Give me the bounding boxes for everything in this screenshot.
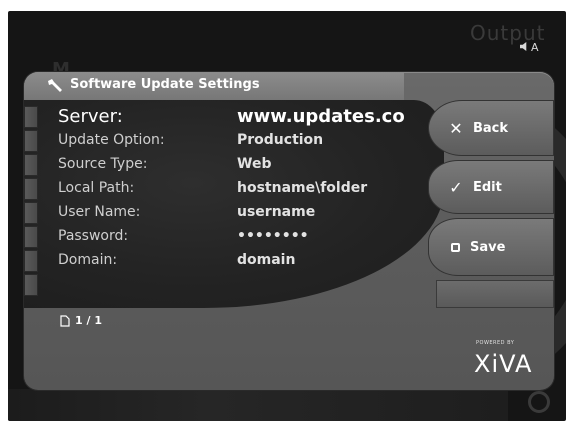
powered-by-label: POWERED BY [476,340,515,346]
mode-indicator: A [531,41,539,54]
field-label-domain: Domain: [58,252,118,268]
xiva-logo: XiVA [474,350,533,378]
back-button-label: Back [473,120,509,136]
field-value-server[interactable]: www.updates.co [237,106,405,127]
field-value-local-path[interactable]: hostname\folder [237,180,367,196]
save-button[interactable]: Save [428,218,554,276]
field-label-password: Password: [58,228,129,244]
page-counter-text: 1 / 1 [75,314,102,327]
settings-panel: Software Update Settings Server: www.upd… [24,72,554,390]
page-icon [60,314,70,327]
checkmark-icon: ✓ [449,177,463,197]
ring-icon [528,391,550,413]
edit-button[interactable]: ✓ Edit [428,160,554,214]
save-icon [451,242,460,252]
page-counter: 1 / 1 [60,314,102,327]
row-tab-local-path[interactable] [24,178,38,200]
panel-header: Software Update Settings [24,72,404,101]
field-value-user-name[interactable]: username [237,204,315,220]
bottom-band [8,389,508,421]
field-value-update-option[interactable]: Production [237,132,323,148]
row-tab-update-option[interactable] [24,130,38,152]
row-tab-server[interactable] [24,106,38,128]
empty-side-slot [436,280,554,308]
field-label-local-path: Local Path: [58,180,135,196]
row-tab-empty[interactable] [24,274,38,296]
close-icon: ✕ [449,118,463,138]
back-button[interactable]: ✕ Back [428,100,554,156]
tv-screen: M Output A Software Update Settings Serv… [8,11,566,421]
wrench-icon [48,79,62,92]
row-tab-domain[interactable] [24,250,38,272]
field-value-source-type[interactable]: Web [237,156,271,172]
field-label-source-type: Source Type: [58,156,148,172]
panel-title: Software Update Settings [70,77,260,92]
save-button-label: Save [470,239,506,255]
field-label-update-option: Update Option: [58,132,165,148]
field-value-password[interactable]: •••••••• [237,228,309,244]
field-label-user-name: User Name: [58,204,141,220]
speaker-icon [520,42,527,51]
edit-button-label: Edit [473,179,502,195]
row-tab-password[interactable] [24,226,38,248]
field-label-server: Server: [58,106,123,127]
row-tab-user-name[interactable] [24,202,38,224]
row-tab-source-type[interactable] [24,154,38,176]
field-value-domain[interactable]: domain [237,252,295,268]
